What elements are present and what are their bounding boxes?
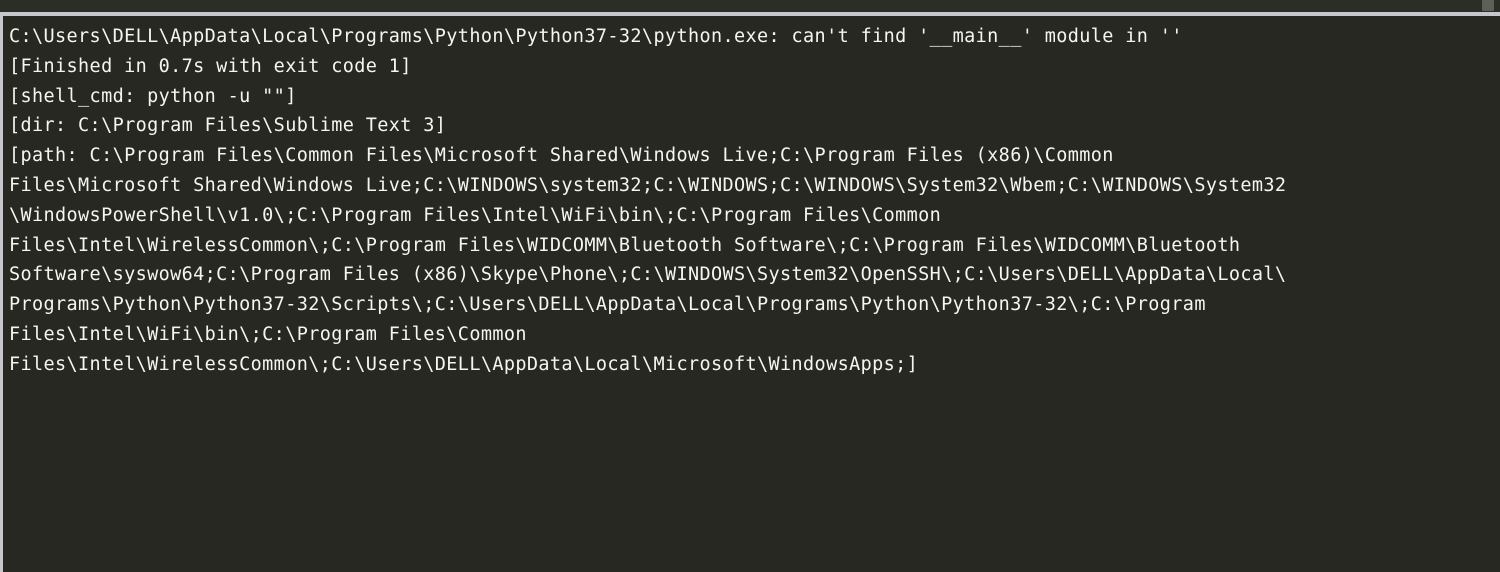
console-line: Software\syswow64;C:\Program Files (x86)… <box>9 264 1287 286</box>
console-line: [Finished in 0.7s with exit code 1] <box>9 55 412 77</box>
console-line: Programs\Python\Python37-32\Scripts\;C:\… <box>9 294 1206 316</box>
console-line: [path: C:\Program Files\Common Files\Mic… <box>9 145 1114 167</box>
console-line: [dir: C:\Program Files\Sublime Text 3] <box>9 115 447 137</box>
build-output-panel[interactable]: C:\Users\DELL\AppData\Local\Programs\Pyt… <box>3 16 1500 572</box>
console-output-text[interactable]: C:\Users\DELL\AppData\Local\Programs\Pyt… <box>3 16 1500 380</box>
console-line: Files\Microsoft Shared\Windows Live;C:\W… <box>9 174 1287 196</box>
vertical-scrollbar-thumb[interactable] <box>1482 0 1494 11</box>
console-line: \WindowsPowerShell\v1.0\;C:\Program File… <box>9 204 942 226</box>
window-top-chrome <box>0 0 1500 12</box>
console-line: Files\Intel\WirelessCommon\;C:\Users\DEL… <box>9 353 919 375</box>
console-line: C:\Users\DELL\AppData\Local\Programs\Pyt… <box>9 26 1183 47</box>
application-window: C:\Users\DELL\AppData\Local\Programs\Pyt… <box>0 0 1500 572</box>
console-line: Files\Intel\WiFi\bin\;C:\Program Files\C… <box>9 323 527 345</box>
console-line: [shell_cmd: python -u ""] <box>9 85 297 107</box>
console-line: Files\Intel\WirelessCommon\;C:\Program F… <box>9 234 1241 256</box>
vertical-scrollbar-track[interactable] <box>1482 0 1500 12</box>
